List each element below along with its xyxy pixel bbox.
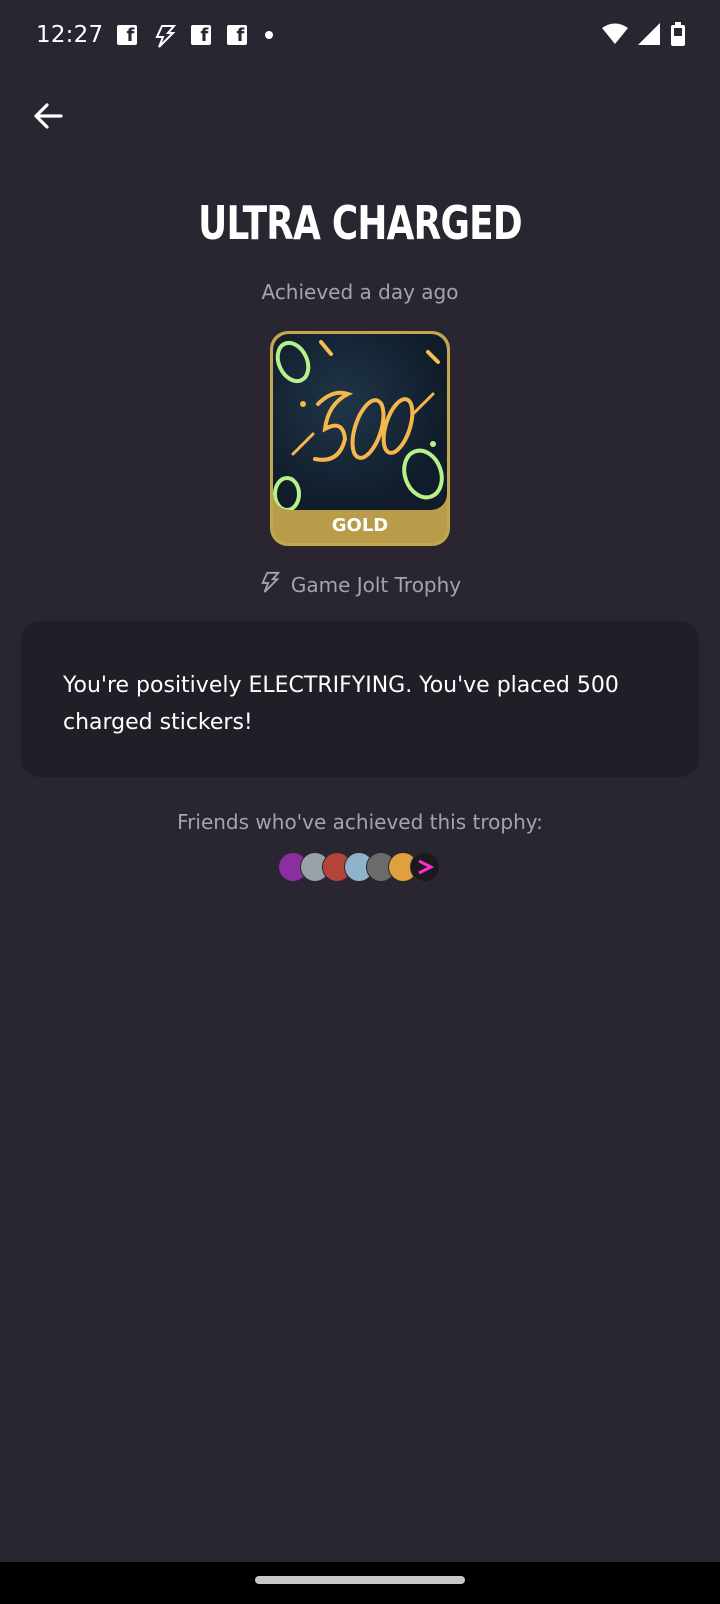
navigation-bar [0,1562,720,1604]
trophy-image [273,334,447,510]
avatar[interactable] [410,852,440,882]
notification-dot-icon [265,31,274,39]
gamejolt-icon [259,570,281,599]
trophy-thumbnail: GOLD [270,331,450,546]
arrow-left-icon [33,102,63,134]
wifi-icon [602,23,628,49]
achieved-time: Achieved a day ago [261,280,459,304]
status-time: 12:27 [36,22,104,48]
facebook-icon: f [227,25,248,45]
home-indicator[interactable] [255,1576,465,1584]
trophy-tier-label: GOLD [331,515,389,536]
trophy-title: ULTRA CHARGED [198,196,523,250]
description-card: You're positively ELECTRIFYING. You've p… [21,621,699,777]
friends-label: Friends who've achieved this trophy: [177,810,543,834]
friend-avatars [278,852,440,882]
battery-icon [670,22,686,50]
facebook-icon: f [117,25,138,45]
status-bar: 12:27 f f f [0,0,720,70]
facebook-icon: f [191,25,212,45]
back-button[interactable] [26,96,70,140]
trophy-description: You're positively ELECTRIFYING. You've p… [63,673,619,735]
gamejolt-icon [153,24,177,48]
trophy-type: Game Jolt Trophy [0,570,720,599]
signal-icon [638,23,660,49]
trophy-type-label: Game Jolt Trophy [290,572,462,597]
